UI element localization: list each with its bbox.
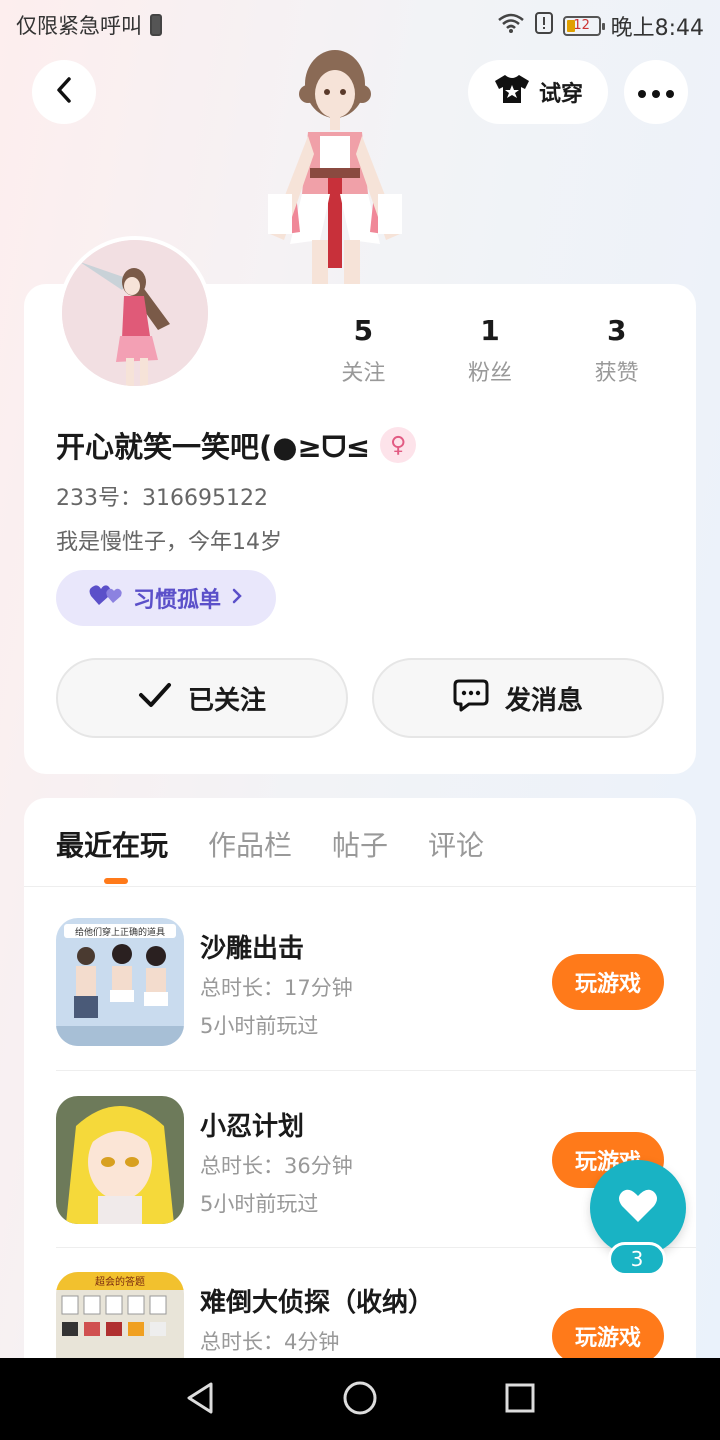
send-message-button[interactable]: 发消息 — [372, 658, 664, 738]
profile-stats: 5 关注 1 粉丝 3 获赞 — [300, 314, 680, 387]
wifi-icon — [497, 12, 525, 40]
user-id: 233号：316695122 — [56, 486, 268, 511]
tab-posts[interactable]: 帖子 — [332, 824, 388, 864]
following-button[interactable]: 已关注 — [56, 658, 348, 738]
divider — [56, 1247, 696, 1248]
game-duration: 总时长：17分钟 — [200, 976, 353, 1000]
stat-label: 关注 — [341, 361, 386, 386]
stat-value: 1 — [480, 314, 500, 347]
sim-icon — [150, 14, 162, 36]
triangle-back-icon — [185, 1381, 215, 1419]
username: 开心就笑一笑吧(●≥ᗜ≤ ♀ — [56, 424, 417, 466]
more-options-button[interactable] — [624, 60, 688, 124]
chat-bubble-icon — [453, 678, 489, 719]
tshirt-icon — [493, 73, 531, 111]
tag-label: 习惯孤单 — [132, 588, 221, 613]
circle-home-icon — [342, 1380, 378, 1420]
nav-back-button[interactable] — [180, 1380, 220, 1420]
like-count-badge: 3 — [608, 1242, 666, 1276]
stat-label: 获赞 — [594, 361, 639, 386]
tab-recently-played[interactable]: 最近在玩 — [56, 824, 168, 864]
alert-icon — [534, 12, 553, 40]
stat-likes[interactable]: 3 获赞 — [553, 314, 680, 387]
system-nav-bar — [0, 1358, 720, 1440]
tab-comments[interactable]: 评论 — [428, 824, 484, 864]
game-title: 沙雕出击 — [200, 934, 305, 964]
user-bio: 我是慢性子，今年14岁 — [56, 530, 282, 555]
more-dots-icon — [638, 83, 674, 102]
square-recents-icon — [504, 1382, 536, 1418]
divider — [56, 1070, 696, 1071]
message-label: 发消息 — [504, 685, 583, 716]
nav-recents-button[interactable] — [500, 1380, 540, 1420]
game-last-played: 5小时前玩过 — [200, 1014, 319, 1038]
status-bar: 仅限紧急呼叫 12 晚上8:44 — [0, 0, 720, 50]
stat-followers[interactable]: 1 粉丝 — [427, 314, 554, 387]
game-title: 难倒大侦探（收纳） — [200, 1288, 435, 1318]
carrier-text: 仅限紧急呼叫 — [16, 14, 142, 38]
female-icon: ♀ — [380, 427, 417, 463]
following-label: 已关注 — [187, 685, 266, 716]
game-icon: 给他们穿上正确的道具 — [56, 918, 184, 1046]
clock: 晚上8:44 — [610, 16, 704, 41]
play-game-button[interactable]: 玩游戏 — [552, 954, 664, 1010]
personality-tag[interactable]: 习惯孤单 — [56, 570, 276, 626]
active-tab-indicator — [104, 878, 128, 884]
username-text: 开心就笑一笑吧(●≥ᗜ≤ — [56, 430, 371, 464]
checkmark-icon — [138, 682, 172, 715]
activity-card: 最近在玩 作品栏 帖子 评论 给他们穿上正确的道具 沙雕出击 总时长：17分钟 … — [24, 798, 696, 1440]
chevron-left-icon — [52, 76, 76, 108]
avatar[interactable] — [58, 236, 212, 390]
avatar-3d-character — [250, 44, 420, 290]
list-item[interactable]: 给他们穿上正确的道具 沙雕出击 总时长：17分钟 5小时前玩过 玩游戏 — [56, 918, 696, 1068]
try-on-label: 试穿 — [538, 82, 583, 107]
game-icon — [56, 1096, 184, 1224]
game-title: 小忍计划 — [200, 1112, 305, 1142]
game-last-played: 5小时前玩过 — [200, 1192, 319, 1216]
game-banner-text: 超会的答题 — [95, 1275, 145, 1288]
profile-tabs: 最近在玩 作品栏 帖子 评论 — [56, 824, 484, 864]
battery-icon: 12 — [562, 16, 605, 36]
back-button[interactable] — [32, 60, 96, 124]
heart-icon — [618, 1188, 658, 1228]
stat-following[interactable]: 5 关注 — [300, 314, 427, 387]
tab-works[interactable]: 作品栏 — [208, 824, 292, 864]
chevron-right-icon — [231, 586, 243, 611]
game-duration: 总时长：4分钟 — [200, 1330, 340, 1354]
game-duration: 总时长：36分钟 — [200, 1154, 353, 1178]
play-game-button[interactable]: 玩游戏 — [552, 1308, 664, 1364]
try-on-button[interactable]: 试穿 — [468, 60, 608, 124]
game-banner-text: 给他们穿上正确的道具 — [75, 926, 165, 938]
stat-value: 3 — [606, 314, 627, 347]
divider — [24, 886, 696, 887]
nav-home-button[interactable] — [340, 1380, 380, 1420]
stat-value: 5 — [353, 314, 374, 347]
stat-label: 粉丝 — [468, 361, 513, 386]
hearts-icon — [89, 583, 123, 613]
